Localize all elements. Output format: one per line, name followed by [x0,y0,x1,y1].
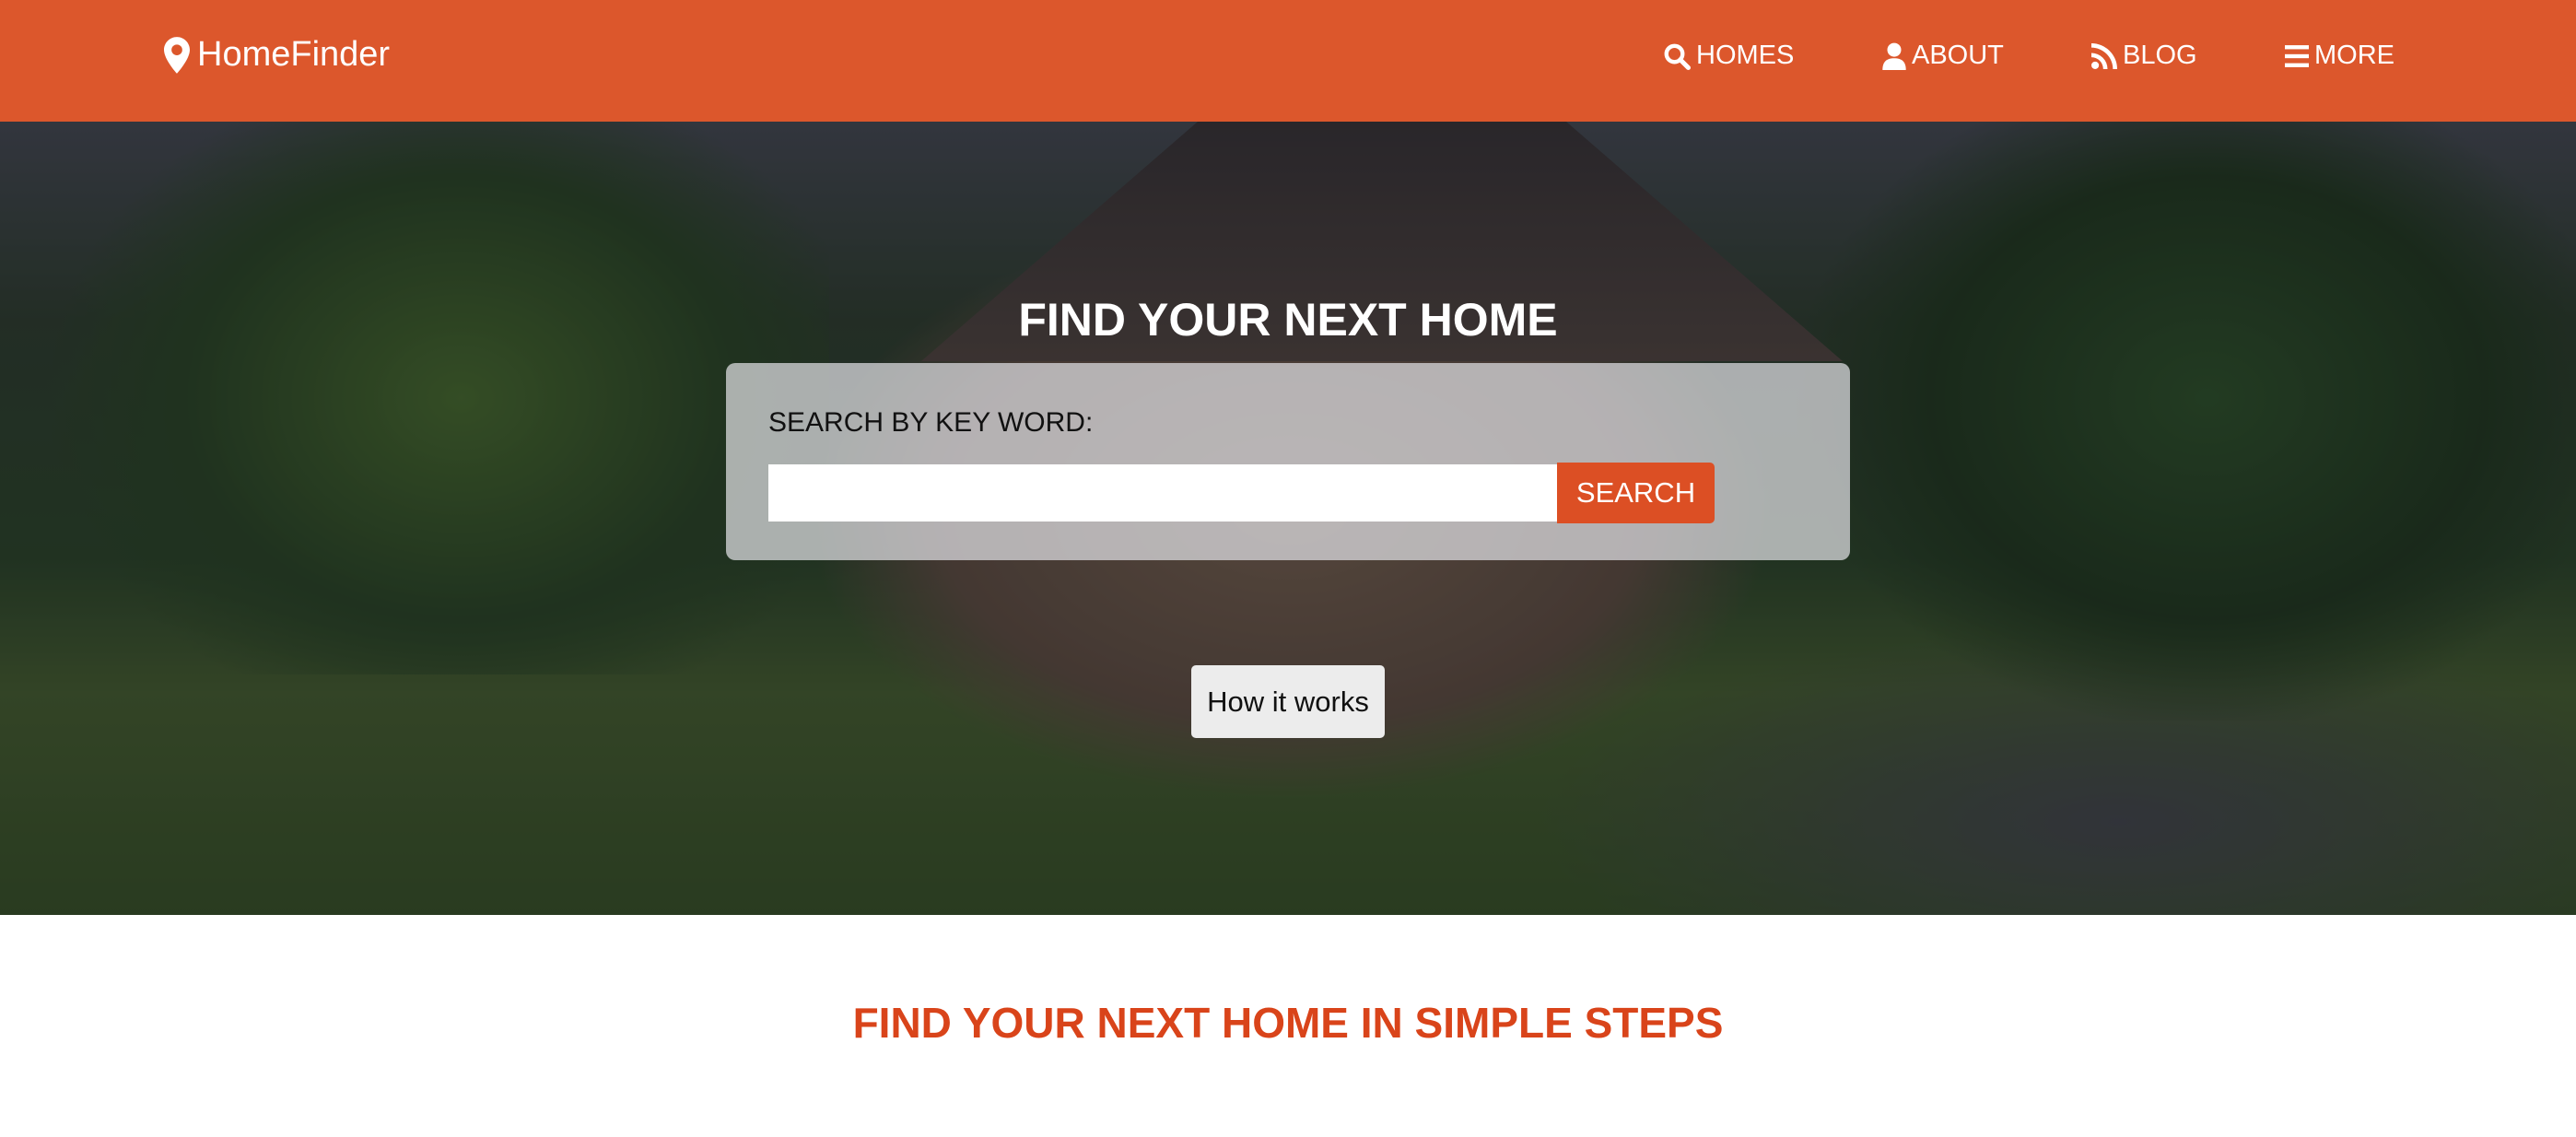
hero-title: FIND YOUR NEXT HOME [1018,294,1558,346]
nav-blog[interactable]: BLOG [2091,41,2197,71]
nav-label: HOMES [1696,41,1795,70]
section-heading: FIND YOUR NEXT HOME IN SIMPLE STEPS [852,999,1724,1047]
search-button[interactable]: SEARCH [1557,463,1715,523]
map-marker-icon [164,36,190,74]
nav-homes[interactable]: HOMES [1663,41,1794,71]
search-label: SEARCH BY KEY WORD: [768,407,1094,438]
brand-logo[interactable]: HomeFinder [164,35,390,75]
nav-label: BLOG [2123,41,2197,70]
nav-about[interactable]: ABOUT [1882,41,2004,71]
user-icon [1882,42,1906,70]
how-it-works-button[interactable]: How it works [1191,665,1385,738]
nav-label: MORE [2314,41,2395,70]
nav-label: ABOUT [1912,41,2004,70]
rss-icon [2091,42,2117,69]
search-panel: SEARCH BY KEY WORD: SEARCH [726,363,1850,560]
bars-icon [2285,44,2309,67]
nav-more[interactable]: MORE [2285,41,2395,71]
search-icon [1664,43,1691,70]
top-navbar: HomeFinder HOMES ABOUT BLOG MORE [0,0,2576,122]
search-input[interactable] [768,464,1557,522]
brand-name: HomeFinder [197,35,391,74]
hero-section: FIND YOUR NEXT HOME SEARCH BY KEY WORD: … [0,122,2576,915]
